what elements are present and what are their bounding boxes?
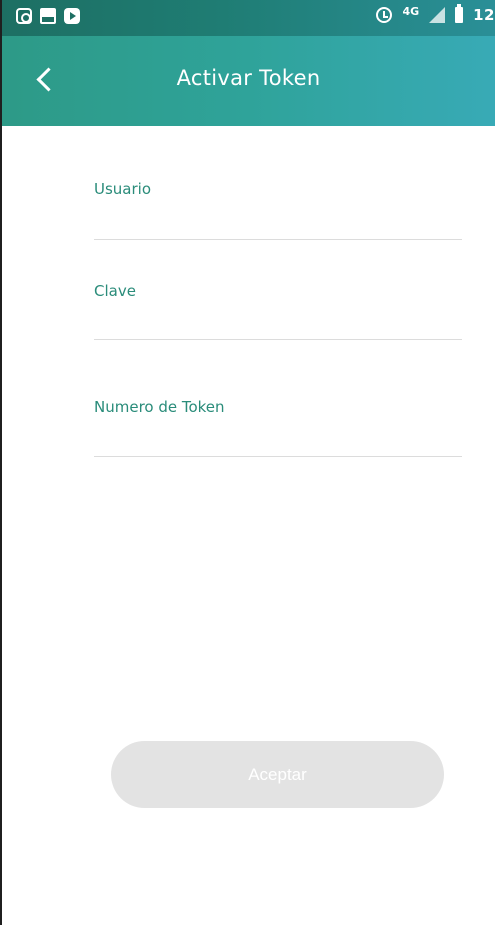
username-label: Usuario xyxy=(94,180,152,198)
token-number-label: Numero de Token xyxy=(94,398,225,416)
password-input[interactable] xyxy=(94,306,462,334)
battery-icon xyxy=(455,4,464,23)
clock: 12 xyxy=(473,6,495,24)
password-label: Clave xyxy=(94,282,136,300)
network-type: 4G xyxy=(402,4,420,18)
system-indicators: 4G 12 xyxy=(376,4,495,24)
accept-button[interactable]: Aceptar xyxy=(111,741,444,808)
username-field[interactable]: Usuario xyxy=(94,126,462,240)
gallery-icon xyxy=(40,8,56,24)
instagram-icon xyxy=(16,8,32,24)
youtube-icon xyxy=(64,8,80,24)
status-bar: 4G 12 xyxy=(2,0,495,36)
notification-icons xyxy=(16,8,80,24)
token-number-field[interactable]: Numero de Token xyxy=(94,340,462,457)
signal-icon xyxy=(429,7,446,23)
password-field[interactable]: Clave xyxy=(94,240,462,340)
app-bar: Activar Token xyxy=(2,36,495,126)
alarm-icon xyxy=(376,7,393,23)
page-title: Activar Token xyxy=(176,66,321,90)
username-input[interactable] xyxy=(94,206,462,234)
token-number-input[interactable] xyxy=(94,422,462,450)
screen: 4G 12 Activar Token Usuario Clave Numero… xyxy=(0,0,495,925)
